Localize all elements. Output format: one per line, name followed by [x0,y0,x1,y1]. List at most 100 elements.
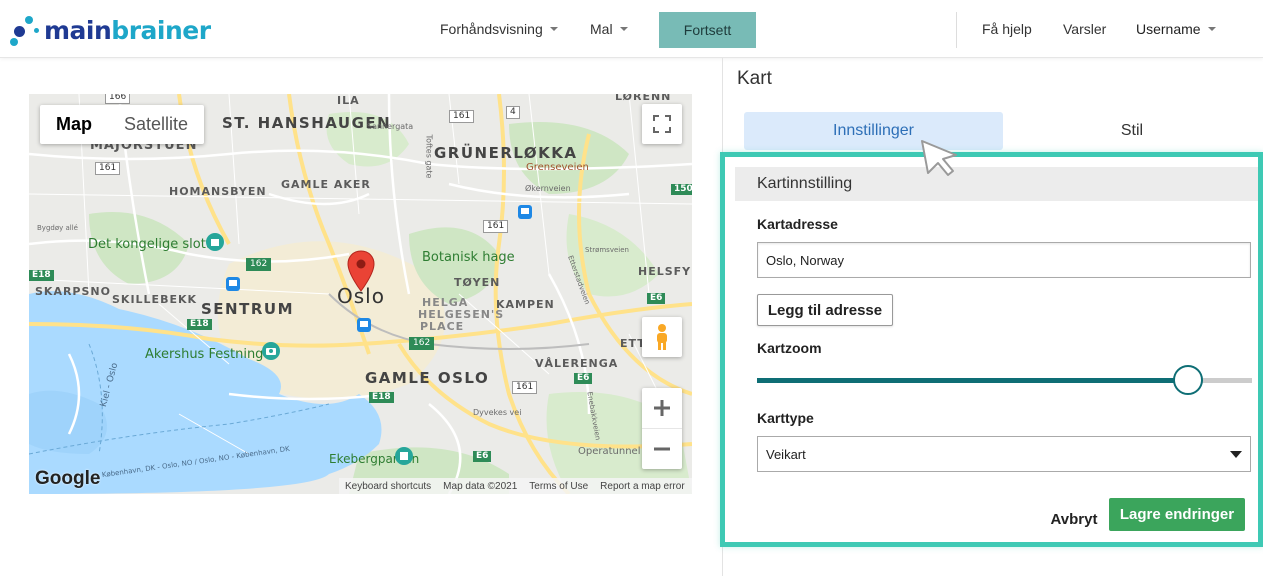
road-shield: E6 [574,373,593,384]
terms-link[interactable]: Terms of Use [523,481,594,492]
road-shield: 4 [506,106,520,119]
map-label-toftes-gate: Toftes gate [424,134,434,179]
map-label-gamle-oslo: GAMLE OSLO [365,369,490,387]
google-logo: Google [35,468,101,489]
map-type-satellite-button[interactable]: Satellite [108,105,204,144]
map-label-toyen: TØYEN [454,276,501,289]
map-label-lorenn: LØRENN [615,94,672,103]
tab-settings[interactable]: Innstillinger [744,112,1003,150]
road-shield: 161 [512,381,538,394]
fullscreen-button[interactable] [642,104,682,144]
road-shield: E6 [647,293,666,304]
plus-icon [654,400,670,416]
metro-icon [518,205,532,219]
map-attribution-bar: Keyboard shortcuts Map data ©2021 Terms … [339,478,692,494]
template-menu-label: Mal [590,21,613,37]
help-link[interactable]: Få hjelp [982,0,1032,58]
map-label-gamle-aker: GAMLE AKER [281,178,371,191]
map-label-st-hanshaugen: ST. HANSHAUGEN [222,114,392,132]
road-shield: 162 [409,337,435,350]
zoom-controls [642,388,682,469]
map-type-map-button[interactable]: Map [40,105,108,144]
map-label-botanisk-hage: Botanisk hage [422,250,515,265]
map-label-operatunnelen: Operatunnel [578,446,641,457]
road-shield: 166 [105,94,131,104]
pegman-icon [657,324,667,350]
metro-icon [357,318,371,332]
map-type-select[interactable]: Veikart [757,436,1251,472]
nav-divider [956,12,957,48]
logo-text: mainbrainer [44,15,211,45]
map-label-akershus-festning: Akershus Festning [145,347,264,362]
alerts-link[interactable]: Varsler [1063,0,1106,58]
fullscreen-icon [653,115,671,133]
museum-icon [395,447,413,465]
map-label-helsfyr: HELSFYR [638,265,692,278]
map-label-skarpsno: SKARPSNO [35,285,111,298]
top-navigation-bar: mainbrainer Forhåndsvisning Mal Fortsett… [0,0,1263,58]
tab-style[interactable]: Stil [1003,112,1261,150]
map-label-skillebekk: SKILLEBEKK [112,293,198,306]
road-shield: 161 [95,162,121,175]
zoom-label: Kartzoom [757,340,822,356]
chevron-down-icon [619,27,628,31]
map-type-label: Karttype [757,410,814,426]
cancel-button[interactable]: Avbryt [1039,503,1109,535]
map-preview[interactable]: ST. HANSHAUGEN GRÜNERLØKKA MAJORSTUEN HO… [29,94,692,494]
zoom-out-button[interactable] [642,429,682,469]
address-label: Kartadresse [757,216,838,232]
template-menu[interactable]: Mal [590,0,628,58]
save-changes-button[interactable]: Lagre endringer [1109,498,1245,531]
map-label-bygdoy-alle: Bygdøy allé [37,224,78,232]
zoom-in-button[interactable] [642,389,682,429]
mouse-cursor-icon [921,140,957,176]
map-type-toggle: Map Satellite [40,105,205,144]
map-label-det-kongelige-slott: Det kongelige slott [88,237,211,252]
map-data-label: Map data ©2021 [443,480,518,492]
minus-icon [654,447,670,450]
road-shield: 161 [449,110,475,123]
caret-down-icon [1230,450,1242,458]
zoom-slider-handle[interactable] [1172,365,1203,395]
chevron-down-icon [549,27,558,31]
panel-title: Kart [737,68,772,89]
location-pin-icon[interactable] [347,250,375,292]
street-view-button[interactable] [642,317,682,357]
preview-menu-label: Forhåndsvisning [440,21,543,37]
map-label-homansbyen: HOMANSBYEN [169,185,267,198]
add-address-button[interactable]: Legg til adresse [757,294,893,326]
section-header: Kartinnstilling [735,167,1258,201]
preview-menu[interactable]: Forhåndsvisning [440,0,558,58]
map-label-kampen: KAMPEN [496,298,555,311]
address-input[interactable] [757,242,1251,278]
castle-icon [206,233,224,251]
map-settings-panel: Kartinnstilling Kartadresse Legg til adr… [720,152,1263,547]
mainbrainer-logo[interactable]: mainbrainer [10,14,211,46]
chevron-down-icon [1207,27,1216,31]
continue-button[interactable]: Fortsett [659,12,756,48]
report-error-link[interactable]: Report a map error [594,481,690,492]
map-label-dyvekes-vei: Dyvekes vei [473,408,522,417]
username-label: Username [1136,21,1201,37]
road-shield: E18 [369,392,394,403]
keyboard-shortcuts-link[interactable]: Keyboard shortcuts [339,481,437,492]
map-label-helga-3: PLACE [420,320,465,333]
road-shield: E18 [187,319,212,330]
camera-icon [262,342,280,360]
map-type-select-value: Veikart [766,446,806,462]
road-shield: E18 [29,270,54,281]
map-label-sentrum: SENTRUM [201,300,294,318]
metro-icon [226,277,240,291]
map-label-strommsveien: Strømsveien [585,246,629,254]
road-shield: E6 [473,451,492,462]
user-menu[interactable]: Username [1136,0,1216,58]
map-label-valerenga: VÅLERENGA [535,357,619,370]
zoom-slider-fill [757,378,1188,383]
map-label-okernveien: Økernveien [525,184,571,193]
map-label-sannergata: Sannergata [367,122,414,131]
map-label-grenseveien: Grenseveien [526,162,589,173]
zoom-slider[interactable] [757,365,1252,395]
road-shield: 162 [246,258,272,271]
road-shield: 150 [671,184,692,195]
road-shield: 161 [483,220,509,233]
